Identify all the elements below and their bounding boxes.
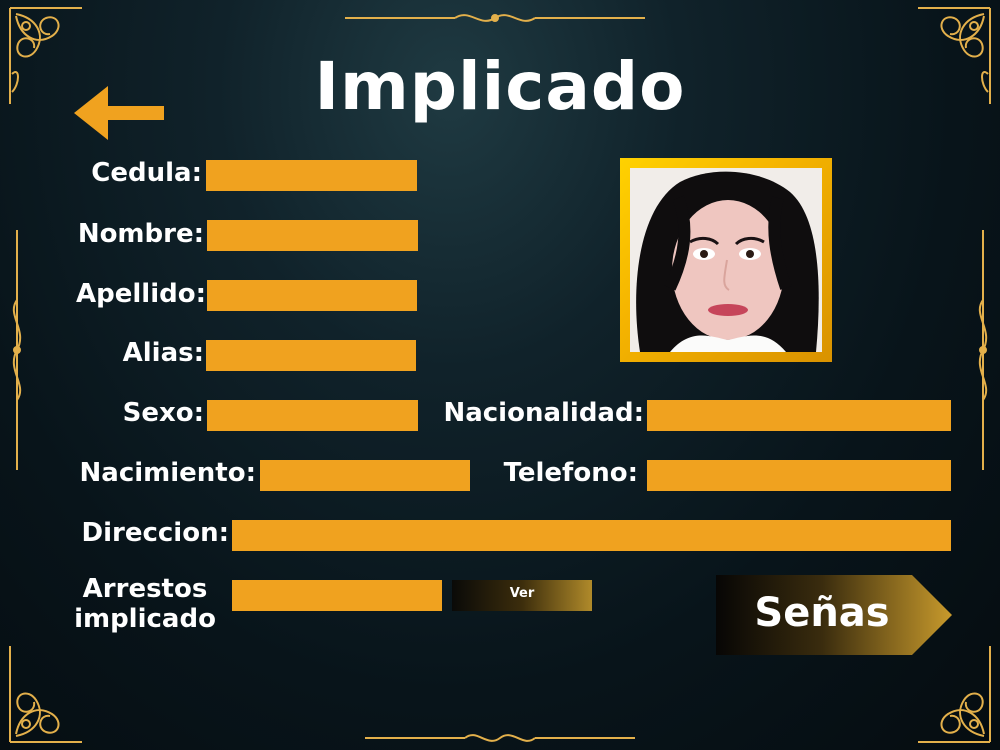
- ver-button[interactable]: Ver: [452, 580, 592, 611]
- back-button[interactable]: [74, 86, 166, 140]
- cedula-field[interactable]: [206, 160, 417, 191]
- left-arrow-icon: [74, 86, 164, 140]
- senas-button[interactable]: Señas: [716, 575, 952, 655]
- arrestos-field[interactable]: [232, 580, 442, 611]
- nombre-label: Nombre:: [77, 219, 204, 249]
- suspect-photo: [630, 168, 822, 352]
- apellido-field[interactable]: [207, 280, 417, 311]
- sexo-field[interactable]: [207, 400, 418, 431]
- right-side-ornament: [978, 230, 988, 470]
- nombre-field[interactable]: [207, 220, 418, 251]
- cedula-label: Cedula:: [91, 158, 202, 188]
- bottom-left-ornament: [9, 646, 82, 743]
- direccion-label: Direccion:: [81, 518, 229, 548]
- nacimiento-field[interactable]: [260, 460, 470, 491]
- nacionalidad-label: Nacionalidad:: [443, 398, 644, 428]
- nacionalidad-field[interactable]: [647, 400, 951, 431]
- direccion-field[interactable]: [232, 520, 951, 551]
- apellido-label: Apellido:: [76, 279, 206, 309]
- left-side-ornament: [12, 230, 22, 470]
- arrestos-label: Arrestos implicado: [60, 574, 230, 634]
- arrestos-label-line1: Arrestos: [82, 574, 208, 604]
- arrestos-label-line2: implicado: [74, 604, 216, 634]
- alias-field[interactable]: [206, 340, 416, 371]
- sexo-label: Sexo:: [122, 398, 204, 428]
- photo-frame: [620, 158, 832, 362]
- top-divider-ornament: [345, 14, 645, 22]
- senas-button-label: Señas: [754, 590, 890, 636]
- telefono-label: Telefono:: [503, 458, 638, 488]
- telefono-field[interactable]: [647, 460, 951, 491]
- bottom-divider-ornament: [365, 734, 635, 742]
- alias-label: Alias:: [122, 338, 204, 368]
- nacimiento-label: Nacimiento:: [79, 458, 256, 488]
